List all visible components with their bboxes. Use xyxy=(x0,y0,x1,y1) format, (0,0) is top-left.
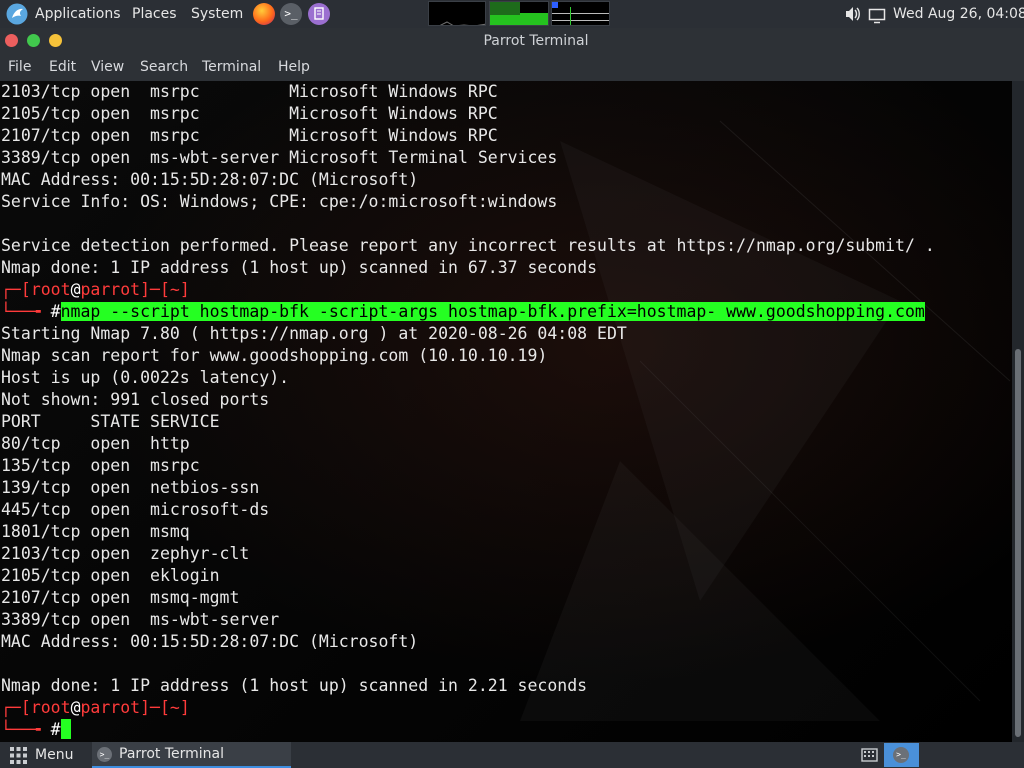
menu-file[interactable]: File xyxy=(8,55,31,79)
output-line: 80/tcp open http xyxy=(1,434,190,453)
output-line: 139/tcp open netbios-ssn xyxy=(1,478,260,497)
window-title-bar[interactable]: Parrot Terminal xyxy=(0,28,1024,55)
text-cursor xyxy=(60,719,71,739)
display-icon[interactable] xyxy=(868,6,886,24)
output-line: 445/tcp open microsoft-ds xyxy=(1,500,270,519)
output-line: 1801/tcp open msmq xyxy=(1,522,190,541)
prompt-at: @ xyxy=(70,698,81,717)
places-menu[interactable]: Places xyxy=(132,0,177,28)
output-line: MAC Address: 00:15:5D:28:07:DC (Microsof… xyxy=(1,632,419,651)
terminal-workspace-icon: >_ xyxy=(893,747,909,763)
taskbar-item-label: Parrot Terminal xyxy=(119,746,225,762)
output-line: 135/tcp open msrpc xyxy=(1,456,200,475)
output-line: 2103/tcp open zephyr-clt xyxy=(1,544,250,563)
menu-terminal[interactable]: Terminal xyxy=(202,55,261,79)
window-title: Parrot Terminal xyxy=(483,33,589,49)
output-line: 2103/tcp open msrpc Microsoft Windows RP… xyxy=(1,82,498,101)
output-line: Starting Nmap 7.80 ( https://nmap.org ) … xyxy=(1,324,627,343)
terminal-launcher-icon[interactable]: >_ xyxy=(280,3,302,25)
prompt-symbol: # xyxy=(50,720,61,739)
menu-bar: File Edit View Search Terminal Help xyxy=(0,55,1024,81)
output-line: Nmap done: 1 IP address (1 host up) scan… xyxy=(1,258,598,277)
workspace-switcher[interactable]: >_ xyxy=(884,743,919,767)
output-line: Not shown: 991 closed ports xyxy=(1,390,270,409)
output-line: PORT STATE SERVICE xyxy=(1,412,220,431)
scrollbar-thumb[interactable] xyxy=(1015,349,1021,737)
output-line: 2105/tcp open msrpc Microsoft Windows RP… xyxy=(1,104,498,123)
firefox-icon[interactable] xyxy=(253,3,275,25)
volume-icon[interactable] xyxy=(844,4,862,24)
network-graph xyxy=(551,1,610,26)
applications-menu[interactable]: Applications xyxy=(35,0,121,28)
command-line: └──╼ #nmap --script hostmap-bfk -script-… xyxy=(1,302,925,321)
output-line: 3389/tcp open ms-wbt-server Microsoft Te… xyxy=(1,148,558,167)
parrot-logo-icon[interactable] xyxy=(6,3,28,25)
output-line: 3389/tcp open ms-wbt-server xyxy=(1,610,280,629)
system-menu[interactable]: System xyxy=(191,0,243,28)
output-line: 2107/tcp open msrpc Microsoft Windows RP… xyxy=(1,126,498,145)
prompt-symbol: # xyxy=(50,302,61,321)
output-line: Nmap done: 1 IP address (1 host up) scan… xyxy=(1,676,588,695)
memory-graph xyxy=(489,1,549,26)
highlighted-command[interactable]: nmap --script hostmap-bfk -script-args h… xyxy=(60,302,925,321)
output-line: 2107/tcp open msmq-mgmt xyxy=(1,588,240,607)
prompt-user: root xyxy=(30,280,71,299)
output-line: Service Info: OS: Windows; CPE: cpe:/o:m… xyxy=(1,192,558,211)
menu-button[interactable]: Menu xyxy=(35,742,73,768)
output-line: MAC Address: 00:15:5D:28:07:DC (Microsof… xyxy=(1,170,419,189)
prompt-user: root xyxy=(30,698,71,717)
output-line: 2105/tcp open eklogin xyxy=(1,566,220,585)
prompt-dir: ~ xyxy=(169,280,180,299)
prompt-dir: ~ xyxy=(169,698,180,717)
prompt-host: parrot xyxy=(80,698,141,717)
terminal-scrollbar[interactable] xyxy=(1012,81,1024,742)
clock[interactable]: Wed Aug 26, 04:08 xyxy=(893,0,1024,28)
top-panel: Applications Places System >_ Wed Aug 26… xyxy=(0,0,1024,28)
prompt-line: ┌─[root@parrot]─[~] xyxy=(1,698,190,717)
menu-edit[interactable]: Edit xyxy=(49,55,76,79)
prompt-host: parrot xyxy=(80,280,141,299)
menu-view[interactable]: View xyxy=(91,55,124,79)
text-editor-icon[interactable] xyxy=(308,3,330,25)
menu-search[interactable]: Search xyxy=(140,55,188,79)
prompt-at: @ xyxy=(70,280,81,299)
bottom-panel: Menu >_ Parrot Terminal >_ xyxy=(0,742,1024,768)
output-line: Host is up (0.0022s latency). xyxy=(1,368,290,387)
terminal-icon: >_ xyxy=(97,747,112,762)
terminal-output[interactable]: 2103/tcp open msrpc Microsoft Windows RP… xyxy=(0,81,1012,742)
menu-help[interactable]: Help xyxy=(278,55,310,79)
output-line: Nmap scan report for www.goodshopping.co… xyxy=(1,346,548,365)
cpu-graph xyxy=(428,1,486,26)
grid-menu-icon[interactable] xyxy=(10,747,27,768)
keyboard-icon[interactable] xyxy=(861,746,881,768)
output-line: Service detection performed. Please repo… xyxy=(1,236,935,255)
prompt-line: ┌─[root@parrot]─[~] xyxy=(1,280,190,299)
taskbar-item-terminal[interactable]: >_ Parrot Terminal xyxy=(92,742,291,768)
command-line[interactable]: └──╼ # xyxy=(1,719,71,741)
